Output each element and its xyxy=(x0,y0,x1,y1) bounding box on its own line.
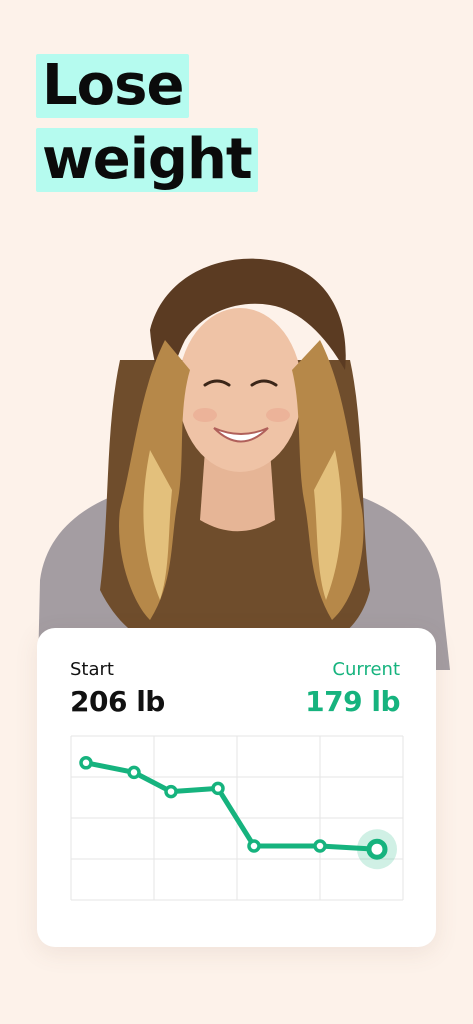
current-stat: Current 179 lb xyxy=(305,658,400,720)
start-value: 206 lb xyxy=(70,685,165,718)
start-stat: Start 206 lb xyxy=(70,658,165,720)
data-point xyxy=(313,839,327,853)
headline-line-1: Lose xyxy=(36,54,190,118)
face xyxy=(178,308,302,472)
data-point xyxy=(164,784,178,799)
weight-progress-card: Start 206 lb Current 179 lb xyxy=(37,628,436,947)
data-point xyxy=(247,839,261,853)
data-point xyxy=(79,756,93,770)
headline-line-2: weight xyxy=(36,128,258,192)
smiling-woman-photo xyxy=(38,258,450,670)
data-point xyxy=(127,765,141,780)
start-label: Start xyxy=(70,659,114,680)
headline: Lose weight xyxy=(36,54,258,202)
data-point xyxy=(211,781,225,796)
current-data-point xyxy=(366,838,388,860)
current-label: Current xyxy=(332,659,400,680)
current-value: 179 lb xyxy=(305,685,400,718)
